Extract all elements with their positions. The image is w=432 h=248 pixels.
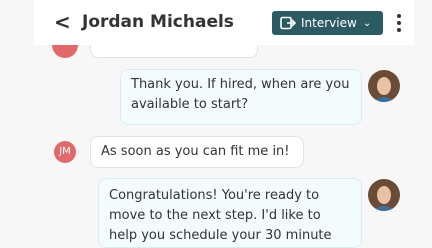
status-dropdown[interactable]: Interview ⌄ [272, 11, 383, 35]
recruiter-avatar [368, 179, 400, 211]
message-bubble-candidate: As soon as you can fit me in! [90, 136, 304, 168]
move-to-stage-icon [280, 16, 296, 30]
message-text: Congratulations! You're ready to move to… [109, 188, 332, 243]
message-bubble-recruiter: Thank you. If hired, when are you availa… [120, 69, 362, 125]
back-chevron-icon[interactable]: < [54, 10, 71, 34]
conversation-header: < Jordan Michaels Interview ⌄ [34, 0, 414, 45]
message-text: Thank you. If hired, when are you availa… [131, 77, 350, 112]
chevron-down-icon: ⌄ [362, 17, 372, 29]
recruiter-avatar [368, 70, 400, 102]
message-text: As soon as you can fit me in! [101, 144, 290, 159]
message-bubble-recruiter: Congratulations! You're ready to move to… [98, 178, 362, 248]
status-label: Interview [301, 16, 357, 30]
candidate-avatar: JM [54, 141, 76, 163]
more-options-icon[interactable] [394, 11, 404, 35]
contact-name: Jordan Michaels [82, 12, 234, 32]
